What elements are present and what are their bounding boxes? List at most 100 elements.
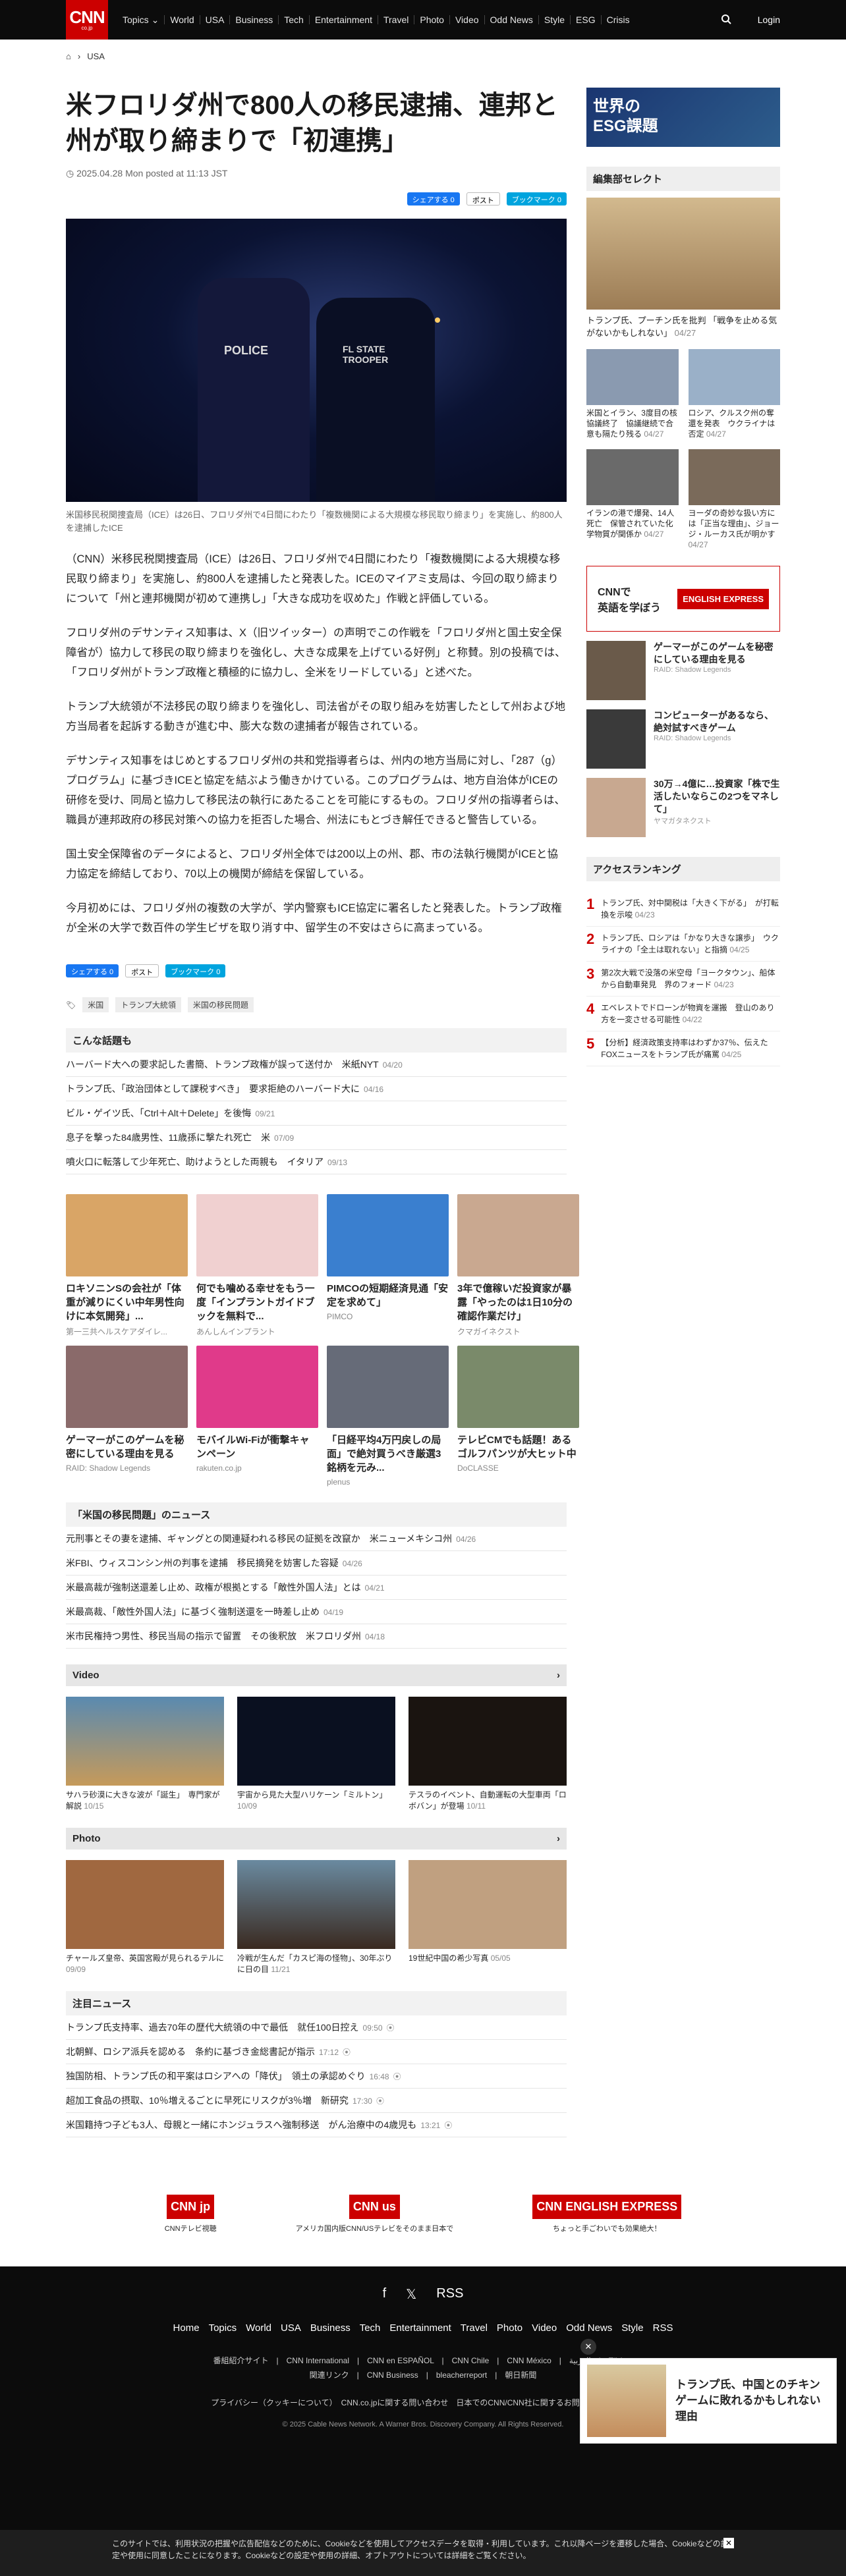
media-card[interactable]: テスラのイベント、自動運転の大型車両「ロボバン」が登場 10/11 [409, 1697, 567, 1812]
sidebar-ad[interactable]: 30万→4億に…投資家「株で生活したいならこの2つをマネして」 ヤマガタネクスト [586, 778, 780, 837]
tag-link[interactable]: 米国の移民問題 [187, 997, 254, 1012]
nav-item[interactable]: Video [450, 15, 485, 24]
sponsored-card[interactable]: 「日経平均4万円戻しの局面」で絶対買うべき厳選3銘柄を元み... plenus [327, 1346, 449, 1487]
nav-item[interactable]: Business [230, 15, 279, 24]
media-card[interactable]: チャールズ皇帝、英国宮殿が見られるテルに 09/09 [66, 1860, 224, 1975]
ranking-item[interactable]: 4 エベレストでドローンが物資を運搬 登山のあり方を一変させる可能性 04/22 [586, 997, 780, 1031]
story-date: 04/27 [644, 530, 664, 539]
close-icon[interactable]: ✕ [580, 2339, 596, 2355]
nav-item[interactable]: USA [200, 15, 231, 24]
media-thumbnail [409, 1697, 567, 1786]
ranking-item[interactable]: 3 第2次大戦で没落の米空母「ヨークタウン」、船体から自動車発見 界のフォード 0… [586, 962, 780, 997]
list-item[interactable]: 噴火口に転落して少年死亡、助けようとした両親も イタリア 09/13 [66, 1150, 567, 1174]
nav-item[interactable]: Entertainment [310, 15, 378, 24]
list-item[interactable]: 独国防相、トランプ氏の和平案はロシアへの「降伏」 領土の承認めぐり 16:48 ⦿ [66, 2064, 567, 2089]
list-item[interactable]: 米国籍持つ子ども3人、母親と一緒にホンジュラスへ強制移送 がん治療中の4歳児も 1… [66, 2113, 567, 2137]
footer-nav-item[interactable]: Topics [209, 2322, 237, 2334]
login-link[interactable]: Login [758, 14, 780, 25]
social-icon[interactable]: 𝕏 [406, 2286, 416, 2303]
close-icon[interactable]: ✕ [723, 2538, 734, 2548]
english-express-banner[interactable]: CNNで 英語を学ぼう ENGLISH EXPRESS [586, 566, 780, 632]
ranking-item[interactable]: 5 【分析】経済政策支持率はわずか37％、伝えたFOXニュースをトランプ氏が痛罵 … [586, 1031, 780, 1066]
footer-logo-card[interactable]: CNN us アメリカ国内版CNN/USテレビをそのまま日本で [296, 2190, 453, 2233]
footer-logo-card[interactable]: CNN jp CNNテレビ視聴 [165, 2190, 217, 2233]
recommend-popup[interactable]: ✕ トランプ氏、中国とのチキンゲームに敗れるかもしれない理由 [580, 2339, 837, 2444]
list-item[interactable]: 北朝鮮、ロシア派兵を認める 条約に基づき金総書記が指示 17:12 ⦿ [66, 2040, 567, 2064]
editor-small-card[interactable]: イランの港で爆発、14人死亡 保管されていた化学物質が関係か 04/27 [586, 449, 679, 550]
list-item[interactable]: 米FBI、ウィスコンシン州の判事を逮捕 移民摘発を妨害した容疑 04/26 [66, 1551, 567, 1576]
nav-item[interactable]: Topics ⌄ [117, 15, 165, 24]
sponsored-card[interactable]: 3年で億稼いだ投資家が暴露「やったのは1日10分の確認作業だけ」 クマガイネクスト [457, 1194, 579, 1337]
footer-nav-item[interactable]: Tech [360, 2322, 381, 2334]
media-card[interactable]: サハラ砂漠に大きな波が「誕生」 専門家が解説 10/15 [66, 1697, 224, 1812]
editor-small-card[interactable]: 米国とイラン、3度目の核協議終了 協議継続で合意も隔たり残る 04/27 [586, 349, 679, 439]
esg-banner[interactable]: 世界の ESG課題 [586, 88, 780, 147]
home-icon[interactable]: ⌂ [66, 51, 71, 61]
tag-link[interactable]: 米国 [82, 997, 109, 1012]
sidebar-ad[interactable]: コンピューターがあるなら、絶対試すべきゲーム RAID: Shadow Legen… [586, 709, 780, 769]
footer-nav-item[interactable]: Home [173, 2322, 200, 2334]
nav-item[interactable]: Crisis [602, 15, 635, 24]
nav-item[interactable]: World [165, 15, 200, 24]
social-icon[interactable]: f [383, 2286, 387, 2303]
list-item[interactable]: トランプ氏支持率、過去70年の歴代大統領の中で最低 就任100日控え 09:50 ⦿ [66, 2015, 567, 2040]
footer-nav-item[interactable]: USA [281, 2322, 301, 2334]
footer-nav-item[interactable]: Photo [497, 2322, 522, 2334]
facebook-share-button[interactable]: シェアする 0 [66, 964, 119, 977]
list-item[interactable]: 元刑事とその妻を逮捕、ギャングとの関連疑われる移民の証拠を改竄か 米ニューメキシ… [66, 1527, 567, 1551]
footer-logo-card[interactable]: CNN ENGLISH EXPRESS ちょっと手ごわいでも効果絶大！ [532, 2190, 682, 2233]
list-item[interactable]: ビル・ゲイツ氏、「Ctrl＋Alt＋Delete」を後悔 09/21 [66, 1101, 567, 1126]
x-post-button[interactable]: ポスト [466, 192, 500, 206]
footer-nav-item[interactable]: Entertainment [389, 2322, 451, 2334]
editor-main-story[interactable]: トランプ氏、プーチン氏を批判 「戦争を止める気がないかもしれない」 04/27 [586, 198, 780, 339]
chevron-right-icon[interactable]: › [557, 1833, 560, 1844]
bookmark-button[interactable]: ブックマーク 0 [506, 192, 567, 206]
social-icon[interactable]: RSS [436, 2286, 463, 2303]
sponsored-card[interactable]: ロキソニンSの会社が「体重が減りにくい中年男性向けに本気開発」... 第一三共ヘル… [66, 1194, 188, 1337]
ranking-item[interactable]: 2 トランプ氏、ロシアは「かなり大きな譲歩」 ウクライナの「全土は取れない」と指摘… [586, 927, 780, 962]
sidebar-ad[interactable]: ゲーマーがこのゲームを秘密にしている理由を見る RAID: Shadow Lege… [586, 641, 780, 700]
bookmark-button[interactable]: ブックマーク 0 [165, 964, 226, 977]
sponsored-card[interactable]: PIMCOの短期経済見通「安定を求めて」 PIMCO [327, 1194, 449, 1337]
sponsored-card[interactable]: 何でも噛める幸せをもう一度「インプラントガイドブックを無料で... あんしんインプ… [196, 1194, 318, 1337]
media-card[interactable]: 宇宙から見た大型ハリケーン「ミルトン」 10/09 [237, 1697, 395, 1812]
play-icon: ⦿ [393, 2072, 401, 2081]
list-item[interactable]: 米市民権持つ男性、移民当局の指示で留置 その後釈放 米フロリダ州 04/18 [66, 1624, 567, 1649]
nav-item[interactable]: Odd News [485, 15, 539, 24]
footer-nav-item[interactable]: Business [310, 2322, 351, 2334]
list-item[interactable]: 息子を撃った84歳男性、11歳孫に撃たれ死亡 米 07/09 [66, 1126, 567, 1150]
editor-small-card[interactable]: ヨーダの奇妙な扱い方には「正当な理由」、ジョージ・ルーカス氏が明かす 04/27 [688, 449, 780, 550]
facebook-share-button[interactable]: シェアする 0 [407, 192, 460, 206]
editor-small-card[interactable]: ロシア、クルスク州の奪還を発表 ウクライナは否定 04/27 [688, 349, 780, 439]
footer-nav-item[interactable]: Travel [461, 2322, 488, 2334]
media-card[interactable]: 19世紀中国の希少写真 05/05 [409, 1860, 567, 1975]
footer-nav-item[interactable]: Style [621, 2322, 643, 2334]
nav-item[interactable]: ESG [571, 15, 602, 24]
chevron-right-icon[interactable]: › [557, 1670, 560, 1681]
nav-item[interactable]: Photo [414, 15, 450, 24]
footer-nav-item[interactable]: Video [532, 2322, 557, 2334]
nav-item[interactable]: Tech [279, 15, 310, 24]
footer-nav-item[interactable]: World [246, 2322, 271, 2334]
list-item[interactable]: トランプ氏、「政治団体として課税すべき」 要求拒絶のハーバード大に 04/16 [66, 1077, 567, 1101]
sponsored-card[interactable]: ゲーマーがこのゲームを秘密にしている理由を見る RAID: Shadow Lege… [66, 1346, 188, 1487]
list-item[interactable]: 米最高裁が強制送還差し止め、政権が根拠とする「敵性外国人法」とは 04/21 [66, 1576, 567, 1600]
tag-link[interactable]: トランプ大統領 [115, 997, 181, 1012]
nav-item[interactable]: Travel [378, 15, 415, 24]
footer-nav-item[interactable]: Odd News [566, 2322, 612, 2334]
rank-number: 4 [586, 1000, 595, 1017]
nav-item[interactable]: Style [539, 15, 571, 24]
footer-nav-item[interactable]: RSS [653, 2322, 673, 2334]
sponsored-card[interactable]: テレビCMでも話題！あるゴルフパンツが大ヒット中 DoCLASSE [457, 1346, 579, 1487]
list-item[interactable]: 超加工食品の摂取、10％増えるごとに早死にリスクが3％増 新研究 17:30 ⦿ [66, 2089, 567, 2113]
cnn-logo[interactable]: CNN co.jp [66, 0, 108, 40]
media-card[interactable]: 冷戦が生んだ「カスピ海の怪物」、30年ぶりに日の目 11/21 [237, 1860, 395, 1975]
search-icon[interactable] [721, 14, 731, 26]
breadcrumb-current[interactable]: USA [87, 51, 105, 61]
ranking-item[interactable]: 1 トランプ氏、対中関税は「大きく下がる」 が打転換を示唆 04/23 [586, 892, 780, 927]
x-post-button[interactable]: ポスト [125, 964, 159, 977]
list-item[interactable]: ハーバード大への要求記した書簡、トランプ政権が誤って送付か 米紙NYT 04/20 [66, 1053, 567, 1077]
list-item[interactable]: 米最高裁、「敵性外国人法」に基づく強制送還を一時差し止め 04/19 [66, 1600, 567, 1624]
ad-image [457, 1346, 579, 1428]
sponsored-card[interactable]: モバイルWi-Fiが衝撃キャンペーン rakuten.co.jp [196, 1346, 318, 1487]
